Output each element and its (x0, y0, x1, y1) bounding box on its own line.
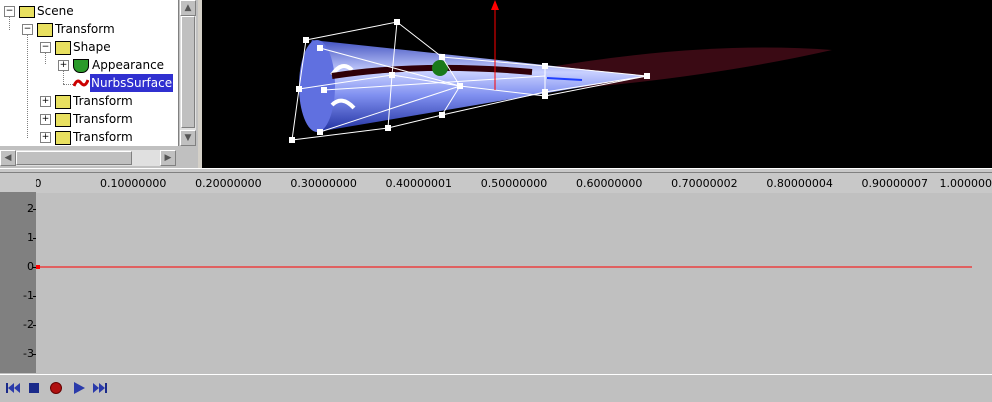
nurbs-cone-render (202, 0, 992, 168)
fast-forward-icon[interactable] (91, 380, 109, 396)
tree-item-label: Transform (55, 20, 115, 38)
rewind-icon[interactable] (4, 380, 22, 396)
transform-icon (55, 113, 71, 127)
time-tick-label: 0.30000000 (290, 177, 356, 190)
value-axis: 210-1-2-3 (0, 193, 36, 373)
scroll-down-icon[interactable]: ▼ (180, 130, 196, 146)
appearance-icon (73, 59, 89, 73)
time-tick-label: 0.50000000 (481, 177, 547, 190)
scroll-up-icon[interactable]: ▲ (180, 0, 196, 16)
time-tick-label: 0.10000000 (100, 177, 166, 190)
transform-icon (37, 23, 53, 37)
tree-item-label: Transform (73, 128, 133, 146)
tree-item-transform[interactable]: + Transform (0, 92, 178, 110)
tree-horizontal-scrollbar[interactable]: ◀ ▶ (0, 150, 176, 166)
scene-tree[interactable]: − Scene − Transform − Shape + Appearance (0, 0, 179, 146)
time-tick-label: 0.20000000 (195, 177, 261, 190)
tree-item-nurbs-surface[interactable]: NurbsSurface (0, 74, 178, 92)
playback-toolbar (0, 374, 992, 402)
tree-item-label: Appearance (92, 56, 164, 74)
expand-icon[interactable]: + (40, 114, 51, 125)
tree-item-transform[interactable]: + Transform (0, 110, 178, 128)
ruler-corner (0, 173, 36, 193)
tree-item-label: Transform (73, 110, 133, 128)
collapse-icon[interactable]: − (40, 42, 51, 53)
scroll-right-icon[interactable]: ▶ (160, 150, 176, 166)
transform-icon (55, 95, 71, 109)
curve-keyframe-point[interactable] (36, 265, 40, 269)
tree-item-label: Scene (37, 2, 74, 20)
time-tick-label: 0.60000000 (576, 177, 642, 190)
tree-item-transform[interactable]: − Transform (0, 20, 178, 38)
nurbs-surface-icon (73, 78, 89, 88)
expand-icon[interactable]: + (58, 60, 69, 71)
timeline-editor: 00.100000000.200000000.300000000.4000000… (0, 173, 992, 373)
expand-icon[interactable]: + (40, 132, 51, 143)
scene-tree-panel: − Scene − Transform − Shape + Appearance (0, 0, 198, 168)
time-tick-label: 0.80000004 (766, 177, 832, 190)
scroll-thumb[interactable] (181, 16, 195, 128)
collapse-icon[interactable]: − (4, 6, 15, 17)
curve-svg (36, 193, 992, 373)
tree-item-appearance[interactable]: + Appearance (0, 56, 178, 74)
tree-item-label: Shape (73, 38, 111, 56)
scroll-thumb[interactable] (16, 151, 132, 165)
time-tick-label: 1.000000 (940, 177, 992, 190)
time-tick-label: 0.70000002 (671, 177, 737, 190)
time-tick-label: 0.40000001 (386, 177, 452, 190)
tree-item-label: NurbsSurface (90, 74, 173, 92)
curve-graph[interactable] (36, 193, 992, 373)
record-icon[interactable] (47, 380, 65, 396)
play-icon[interactable] (70, 380, 88, 396)
time-ruler[interactable]: 00.100000000.200000000.300000000.4000000… (36, 173, 992, 194)
scroll-left-icon[interactable]: ◀ (0, 150, 16, 166)
tree-item-label: Transform (73, 92, 133, 110)
tree-item-transform[interactable]: + Transform (0, 128, 178, 146)
tree-vertical-scrollbar[interactable]: ▲ ▼ (180, 0, 196, 146)
collapse-icon[interactable]: − (22, 24, 33, 35)
time-tick-label: 0.90000007 (862, 177, 928, 190)
tree-item-shape[interactable]: − Shape (0, 38, 178, 56)
scene-icon (19, 6, 35, 18)
transform-icon (55, 131, 71, 145)
stop-icon[interactable] (25, 380, 43, 396)
expand-icon[interactable]: + (40, 96, 51, 107)
tree-item-scene[interactable]: − Scene (0, 2, 178, 20)
3d-viewport[interactable] (202, 0, 992, 168)
shape-icon (55, 41, 71, 55)
